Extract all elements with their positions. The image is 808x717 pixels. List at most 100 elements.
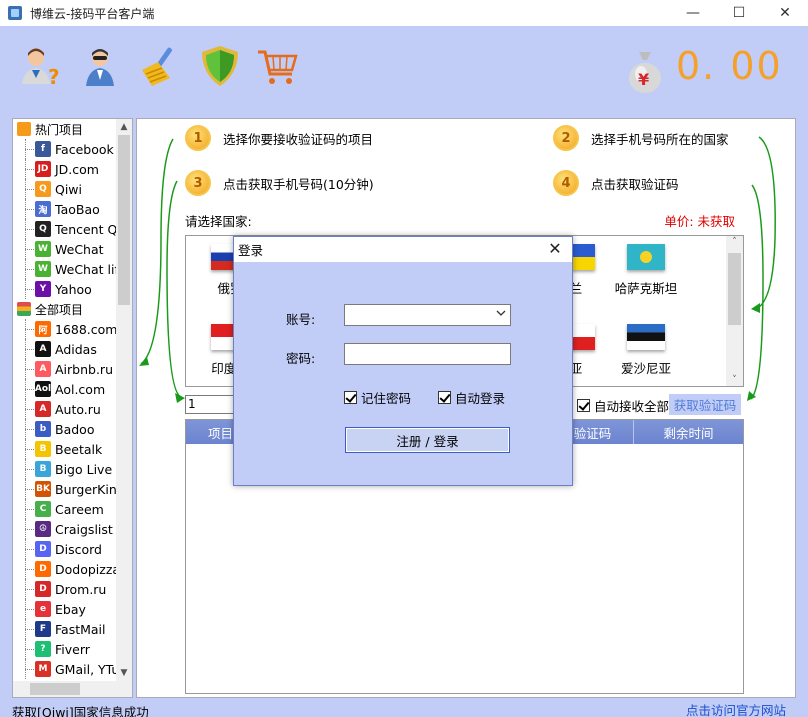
tree-item[interactable]: Q Tencent Q (13, 219, 118, 239)
dialog-title-bar: 登录 ✕ (234, 237, 572, 262)
tree-group[interactable]: 热门项目 (13, 119, 118, 139)
tree-item-label: JD.com (55, 161, 99, 177)
tree-group-label: 热门项目 (35, 122, 84, 137)
tree-item[interactable]: B Bigo Live (13, 459, 118, 479)
tree-item[interactable]: Y Yahoo (13, 279, 118, 299)
auto-receive-all-checkbox[interactable]: 自动接收全部 (577, 396, 669, 415)
money-bag-icon: ¥ (627, 48, 663, 94)
tree-item[interactable]: ? Fiverr (13, 639, 118, 659)
scroll-up-icon[interactable]: ▲ (116, 119, 132, 135)
tree-item-label: Bigo Live (55, 461, 113, 477)
tree-horizontal-scrollbar[interactable] (13, 681, 132, 697)
scroll-up-icon[interactable]: ˄ (726, 237, 743, 247)
close-button[interactable]: ✕ (762, 0, 808, 26)
tree-item[interactable]: D Drom.ru (13, 579, 118, 599)
country-scrollbar[interactable]: ˄ ˅ (726, 236, 743, 386)
estonia-flag-icon (627, 324, 665, 350)
tree-item[interactable]: JD JD.com (13, 159, 118, 179)
tree-item[interactable]: C Careem (13, 499, 118, 519)
cart-icon[interactable] (256, 44, 300, 88)
country-kazakhstan[interactable]: 哈萨克斯坦 (606, 244, 686, 297)
scroll-down-icon[interactable]: ˅ (726, 375, 743, 385)
auto-login-checkbox[interactable]: 自动登录 (438, 388, 505, 407)
dialog-title: 登录 (238, 243, 264, 258)
tree-item[interactable]: W WeChat (13, 239, 118, 259)
tree-item-label: BurgerKing (55, 481, 118, 497)
chevron-down-icon[interactable] (496, 308, 506, 318)
tree-item[interactable]: F FastMail (13, 619, 118, 639)
register-login-button[interactable]: 注册 / 登录 (345, 427, 510, 453)
official-site-link[interactable]: 点击访问官方网站 (686, 700, 786, 717)
account-combobox[interactable] (344, 304, 511, 326)
burger-king-icon: BK (35, 481, 51, 497)
country-scroll-thumb[interactable] (728, 253, 741, 325)
minimize-button[interactable]: — (670, 0, 716, 26)
scroll-down-icon[interactable]: ▼ (116, 665, 132, 681)
column-header[interactable]: 剩余时间 (634, 420, 743, 444)
get-code-button[interactable]: 获取验证码 (669, 394, 741, 415)
drom-ru-icon: D (35, 581, 51, 597)
gmail-icon: M (35, 661, 51, 677)
tree-item-label: Facebook (55, 141, 114, 157)
tree-item[interactable]: D Dodopizza (13, 559, 118, 579)
password-field[interactable] (344, 343, 511, 365)
airbnb-icon: A (35, 361, 51, 377)
tree-item[interactable]: b Badoo (13, 419, 118, 439)
tree-item[interactable]: A Auto.ru (13, 399, 118, 419)
tree-item-label: Auto.ru (55, 401, 101, 417)
tree-item[interactable]: ☮ Craigslist (13, 519, 118, 539)
window-title: 博维云-接码平台客户端 (30, 6, 155, 21)
tree-item-label: WeChat (55, 241, 104, 257)
dodopizza-icon: D (35, 561, 51, 577)
shield-icon[interactable] (198, 44, 242, 88)
agent-user-icon[interactable] (78, 44, 122, 88)
tree-item-label: WeChat lif (55, 261, 118, 277)
tree-item[interactable]: B Beetalk (13, 439, 118, 459)
quantity-input[interactable]: 1 (185, 395, 235, 414)
tree-item[interactable]: A Adidas (13, 339, 118, 359)
tree-item[interactable]: 淘 TaoBao (13, 199, 118, 219)
tree-item[interactable]: D Discord (13, 539, 118, 559)
checkbox-checked-icon[interactable] (577, 399, 590, 412)
tree-item[interactable]: Aol Aol.com (13, 379, 118, 399)
tree-hscroll-thumb[interactable] (30, 683, 80, 695)
tree-scroll-thumb[interactable] (118, 135, 130, 305)
tree-item-label: GMail, YTu (55, 661, 118, 677)
auto-ru-icon: A (35, 401, 51, 417)
tree-group-label: 全部项目 (35, 302, 84, 317)
badoo-icon: b (35, 421, 51, 437)
clean-broom-icon[interactable] (136, 44, 180, 88)
close-icon[interactable]: ✕ (546, 239, 564, 258)
beetalk-icon: B (35, 441, 51, 457)
remember-password-label: 记住密码 (361, 391, 412, 406)
tree-item[interactable]: e Ebay (13, 599, 118, 619)
balance-amount: 0. 00 (676, 44, 783, 88)
tree-item[interactable]: 阿 1688.com (13, 319, 118, 339)
help-user-icon[interactable]: ? (18, 44, 62, 89)
ebay-icon: e (35, 601, 51, 617)
tree-item[interactable]: W WeChat lif (13, 259, 118, 279)
remember-password-checkbox[interactable]: 记住密码 (344, 388, 411, 407)
stack-icon (17, 302, 31, 316)
svg-text:?: ? (48, 65, 60, 88)
tree-item-label: Aol.com (55, 381, 106, 397)
tree-vertical-scrollbar[interactable]: ▲ ▼ (116, 119, 132, 681)
tree-item-label: Qiwi (55, 181, 83, 197)
tree-item[interactable]: A Airbnb.ru (13, 359, 118, 379)
tree-item[interactable]: BK BurgerKing (13, 479, 118, 499)
tree-item-label: Discord (55, 541, 102, 557)
checkbox-checked-icon[interactable] (344, 391, 357, 404)
checkbox-checked-icon[interactable] (438, 391, 451, 404)
1688-icon: 阿 (35, 321, 51, 337)
tree-item-label: 1688.com (55, 321, 118, 337)
toolbar: ? ¥ 0. 00 (0, 26, 808, 116)
country-estonia[interactable]: 爱沙尼亚 (606, 324, 686, 377)
careem-icon: C (35, 501, 51, 517)
tree-item[interactable]: Q Qiwi (13, 179, 118, 199)
tree-item-label: Dodopizza (55, 561, 118, 577)
tree-item[interactable]: f Facebook (13, 139, 118, 159)
tree-group[interactable]: 全部项目 (13, 299, 118, 319)
tree-item[interactable]: M GMail, YTu (13, 659, 118, 679)
jd-icon: JD (35, 161, 51, 177)
maximize-button[interactable]: ☐ (716, 0, 762, 26)
